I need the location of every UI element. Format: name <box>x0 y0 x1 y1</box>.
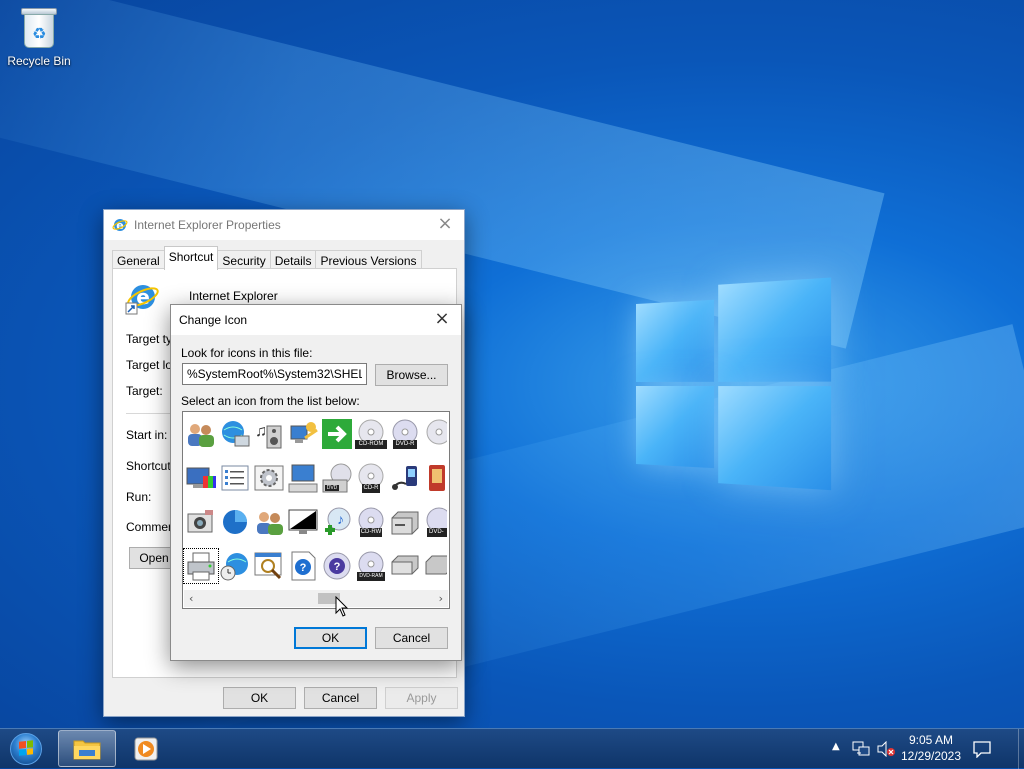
camera-icon[interactable] <box>185 506 217 538</box>
cd-rw-icon[interactable]: CD-RW <box>355 506 387 538</box>
search-window-icon[interactable] <box>253 550 285 582</box>
properties-close-button[interactable]: × <box>436 215 454 233</box>
properties-titlebar[interactable]: e Internet Explorer Properties × <box>104 210 464 240</box>
run-label: Run: <box>126 490 152 504</box>
dvd-r-label: DVD-R <box>395 441 415 447</box>
browse-button[interactable]: Browse... <box>375 364 448 386</box>
drive-partial-icon[interactable] <box>423 550 447 582</box>
properties-cancel-button[interactable]: Cancel <box>304 687 377 709</box>
cd-r-icon[interactable]: CD-R <box>355 462 387 494</box>
checklist-icon[interactable] <box>219 462 251 494</box>
tab-general[interactable]: General <box>112 250 165 270</box>
properties-title: Internet Explorer Properties <box>134 218 281 232</box>
select-icon-label: Select an icon from the list below: <box>181 394 360 408</box>
taskbar-file-explorer[interactable] <box>58 730 116 767</box>
cd-rom-label: CD-ROM <box>358 441 384 447</box>
computer-keyboard-icon[interactable] <box>287 462 319 494</box>
folder-icon <box>73 740 101 760</box>
dvd-r-icon[interactable]: DVD-R <box>389 418 421 450</box>
pie-chart-icon[interactable] <box>219 506 251 538</box>
svg-text:?: ? <box>300 562 307 574</box>
add-music-icon[interactable]: ♪ <box>321 506 353 538</box>
svg-text:♫: ♫ <box>255 423 267 440</box>
scroll-left-arrow-icon[interactable]: ‹ <box>189 592 193 605</box>
cd-r-label: CD-R <box>363 485 379 491</box>
user-computer-icon[interactable] <box>287 418 319 450</box>
internet-explorer-shortcut-icon: e <box>125 285 159 315</box>
action-center-icon[interactable] <box>972 740 992 758</box>
target-label: Target: <box>126 384 163 398</box>
recycle-bin-desktop-icon[interactable]: ♻ Recycle Bin <box>4 6 74 68</box>
show-hidden-icons-icon[interactable]: ▲ <box>832 741 840 752</box>
disc-partial-icon[interactable] <box>423 418 447 450</box>
change-icon-titlebar[interactable]: Change Icon × <box>171 305 461 335</box>
music-speaker-icon[interactable]: ♫ <box>253 418 285 450</box>
properties-ok-button[interactable]: OK <box>223 687 296 709</box>
cd-rom-icon[interactable]: CD-ROM <box>355 418 387 450</box>
separator <box>126 413 176 414</box>
scroll-right-arrow-icon[interactable]: › <box>439 592 443 605</box>
tab-shortcut[interactable]: Shortcut <box>163 246 219 270</box>
disk-drive-icon[interactable] <box>389 506 421 538</box>
gear-window-icon[interactable] <box>253 462 285 494</box>
monitor-contrast-icon[interactable] <box>287 506 319 538</box>
recycle-bin-label: Recycle Bin <box>7 54 71 68</box>
change-icon-dialog: Change Icon × Look for icons in this fil… <box>170 304 462 661</box>
network-icon[interactable] <box>852 741 870 757</box>
svg-text:?: ? <box>334 561 341 573</box>
icon-file-path-input[interactable] <box>182 363 367 385</box>
change-icon-ok-button[interactable]: OK <box>294 627 367 649</box>
windows-logo-wallpaper <box>636 277 832 493</box>
volume-muted-icon[interactable] <box>876 741 896 757</box>
windows-flag-icon <box>19 740 33 756</box>
help-disc-icon[interactable]: ? <box>321 550 353 582</box>
phone-icon[interactable] <box>423 462 447 494</box>
internet-explorer-icon: e <box>112 219 128 232</box>
drive-box-icon[interactable] <box>389 550 421 582</box>
taskbar-media-player[interactable] <box>120 730 172 767</box>
green-arrow-icon[interactable] <box>321 418 353 450</box>
tab-security[interactable]: Security <box>217 250 271 270</box>
start-in-label: Start in: <box>126 428 168 442</box>
show-desktop-button[interactable] <box>1018 729 1024 769</box>
svg-text:♪: ♪ <box>337 511 344 527</box>
icon-list-scrollbar[interactable]: ‹ › <box>184 590 448 607</box>
dvd-ram-label: DVD-RAM <box>359 573 383 579</box>
tab-previous-versions[interactable]: Previous Versions <box>315 250 422 270</box>
user-group-icon[interactable] <box>253 506 285 538</box>
change-icon-cancel-button[interactable]: Cancel <box>375 627 448 649</box>
help-document-icon[interactable]: ? <box>287 550 319 582</box>
printer-icon[interactable] <box>183 548 219 584</box>
clock-date: 12/29/2023 <box>900 749 962 763</box>
clock[interactable]: 9:05 AM 12/29/2023 <box>896 732 966 764</box>
mouse-cursor-icon <box>335 596 349 617</box>
start-button[interactable] <box>6 731 46 767</box>
cd-rw-label: CD-RW <box>360 529 382 535</box>
taskbar: ▲ 9:05 AM 12/29/2023 <box>0 728 1024 769</box>
clock-time: 9:05 AM <box>908 733 954 747</box>
change-icon-title: Change Icon <box>179 313 248 327</box>
dvd-disc-icon[interactable]: DVD- <box>423 506 447 538</box>
media-player-taskbar-icon <box>134 737 158 761</box>
monitor-colors-icon[interactable] <box>185 462 217 494</box>
shortcut-name: Internet Explorer <box>189 289 278 303</box>
dvd-drive-icon[interactable]: DVD <box>321 462 353 494</box>
dvd-label: DVD <box>326 485 338 491</box>
globe-clock-icon[interactable] <box>219 550 251 582</box>
icon-list[interactable]: ♫ CD-ROM DVD-R DVD CD-R ♪ CD-RW DVD- ? ?… <box>182 411 450 609</box>
dvd-partial-label: DVD- <box>429 529 444 535</box>
properties-apply-button[interactable]: Apply <box>385 687 458 709</box>
look-for-icons-label: Look for icons in this file: <box>181 346 313 360</box>
dvd-ram-icon[interactable]: DVD-RAM <box>355 550 387 582</box>
properties-tabs: General Shortcut Security Details Previo… <box>112 246 422 270</box>
change-icon-close-button[interactable]: × <box>433 310 451 328</box>
network-globe-icon[interactable] <box>219 418 251 450</box>
recycle-bin-icon: ♻ <box>20 6 58 50</box>
users-icon[interactable] <box>185 418 217 450</box>
system-tray: ▲ <box>830 729 900 769</box>
tab-details[interactable]: Details <box>269 250 317 270</box>
media-player-icon[interactable] <box>389 462 421 494</box>
